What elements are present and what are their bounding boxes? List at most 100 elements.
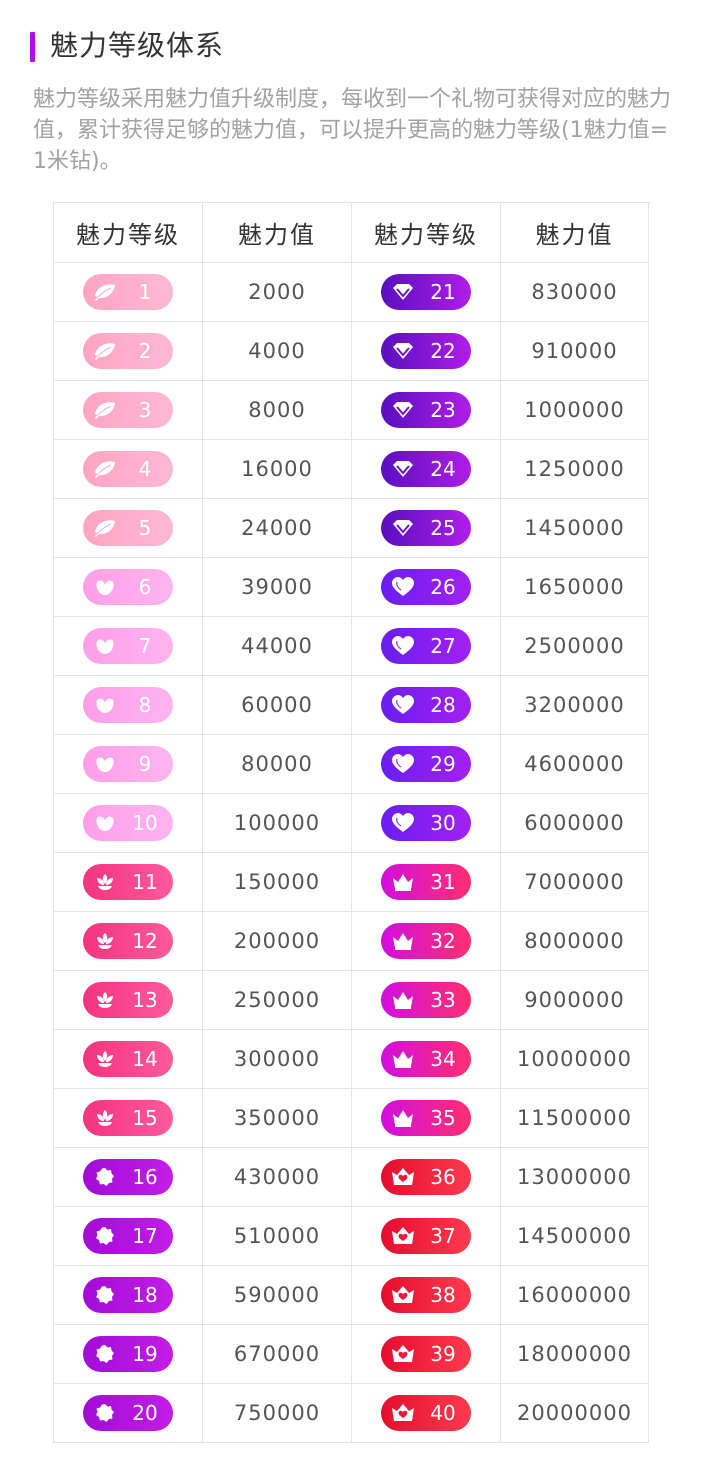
level-cell: 2 bbox=[54, 322, 203, 381]
level-number: 34 bbox=[430, 1047, 456, 1071]
lotus-icon bbox=[92, 1106, 118, 1130]
level-badge: 5 bbox=[83, 510, 173, 546]
level-cell: 15 bbox=[54, 1089, 203, 1148]
heart-icon bbox=[390, 752, 416, 776]
level-badge: 32 bbox=[381, 923, 471, 959]
level-badge: 10 bbox=[83, 805, 173, 841]
charm-value: 3200000 bbox=[501, 676, 649, 735]
charm-value: 8000 bbox=[203, 381, 352, 440]
level-badge: 28 bbox=[381, 687, 471, 723]
level-badge: 31 bbox=[381, 864, 471, 900]
lotus-icon bbox=[92, 988, 118, 1012]
charm-value: 150000 bbox=[203, 853, 352, 912]
level-cell: 34 bbox=[352, 1030, 501, 1089]
crown-icon bbox=[390, 870, 416, 894]
level-cell: 6 bbox=[54, 558, 203, 617]
table-row: 5 24000 25 1450000 bbox=[54, 499, 650, 558]
level-number: 30 bbox=[430, 811, 456, 835]
level-cell: 8 bbox=[54, 676, 203, 735]
header-value: 魅力值 bbox=[203, 203, 352, 263]
level-number: 2 bbox=[138, 339, 152, 363]
charm-value: 350000 bbox=[203, 1089, 352, 1148]
flower-icon bbox=[92, 1342, 118, 1366]
table-row: 17 510000 37 14500000 bbox=[54, 1207, 650, 1266]
charm-value: 2000 bbox=[203, 263, 352, 322]
level-badge: 15 bbox=[83, 1100, 173, 1136]
level-badge: 17 bbox=[83, 1218, 173, 1254]
level-badge: 34 bbox=[381, 1041, 471, 1077]
level-number: 19 bbox=[132, 1342, 158, 1366]
heart-icon bbox=[390, 575, 416, 599]
table-row: 2 4000 22 910000 bbox=[54, 322, 650, 381]
crown-icon bbox=[390, 929, 416, 953]
charm-value: 39000 bbox=[203, 558, 352, 617]
bud-icon bbox=[92, 693, 118, 717]
level-badge: 18 bbox=[83, 1277, 173, 1313]
charm-value: 7000000 bbox=[501, 853, 649, 912]
table-header-row: 魅力等级 魅力值 魅力等级 魅力值 bbox=[54, 203, 650, 263]
level-number: 5 bbox=[138, 516, 152, 540]
diamond-icon bbox=[390, 516, 416, 540]
level-cell: 17 bbox=[54, 1207, 203, 1266]
charm-value: 300000 bbox=[203, 1030, 352, 1089]
level-cell: 38 bbox=[352, 1266, 501, 1325]
heart-icon bbox=[390, 634, 416, 658]
level-number: 33 bbox=[430, 988, 456, 1012]
charm-value: 1250000 bbox=[501, 440, 649, 499]
level-badge: 33 bbox=[381, 982, 471, 1018]
lotus-icon bbox=[92, 929, 118, 953]
level-number: 6 bbox=[138, 575, 152, 599]
charm-value: 4600000 bbox=[501, 735, 649, 794]
level-badge: 25 bbox=[381, 510, 471, 546]
level-badge: 23 bbox=[381, 392, 471, 428]
charm-value: 8000000 bbox=[501, 912, 649, 971]
charm-value: 1650000 bbox=[501, 558, 649, 617]
charm-value: 1450000 bbox=[501, 499, 649, 558]
level-badge: 21 bbox=[381, 274, 471, 310]
level-number: 40 bbox=[430, 1401, 456, 1425]
level-badge: 4 bbox=[83, 451, 173, 487]
level-badge: 2 bbox=[83, 333, 173, 369]
level-cell: 33 bbox=[352, 971, 501, 1030]
level-cell: 12 bbox=[54, 912, 203, 971]
charm-value: 910000 bbox=[501, 322, 649, 381]
level-number: 9 bbox=[138, 752, 152, 776]
bud-icon bbox=[92, 634, 118, 658]
level-badge: 22 bbox=[381, 333, 471, 369]
level-cell: 3 bbox=[54, 381, 203, 440]
level-cell: 26 bbox=[352, 558, 501, 617]
level-cell: 40 bbox=[352, 1384, 501, 1443]
level-number: 16 bbox=[132, 1165, 158, 1189]
level-cell: 4 bbox=[54, 440, 203, 499]
level-cell: 28 bbox=[352, 676, 501, 735]
diamond-icon bbox=[390, 398, 416, 422]
leaf-icon bbox=[92, 516, 118, 540]
level-cell: 37 bbox=[352, 1207, 501, 1266]
level-number: 37 bbox=[430, 1224, 456, 1248]
level-number: 10 bbox=[132, 811, 158, 835]
heart-crown-icon bbox=[390, 1283, 416, 1307]
level-cell: 35 bbox=[352, 1089, 501, 1148]
charm-value: 430000 bbox=[203, 1148, 352, 1207]
charm-value: 16000 bbox=[203, 440, 352, 499]
level-cell: 7 bbox=[54, 617, 203, 676]
level-cell: 39 bbox=[352, 1325, 501, 1384]
level-badge: 13 bbox=[83, 982, 173, 1018]
level-cell: 36 bbox=[352, 1148, 501, 1207]
level-badge: 6 bbox=[83, 569, 173, 605]
level-badge: 27 bbox=[381, 628, 471, 664]
level-number: 39 bbox=[430, 1342, 456, 1366]
charm-value: 60000 bbox=[203, 676, 352, 735]
charm-value: 9000000 bbox=[501, 971, 649, 1030]
level-number: 25 bbox=[430, 516, 456, 540]
flower-icon bbox=[92, 1401, 118, 1425]
level-cell: 10 bbox=[54, 794, 203, 853]
level-badge: 26 bbox=[381, 569, 471, 605]
level-badge: 14 bbox=[83, 1041, 173, 1077]
section-title: 魅力等级体系 bbox=[50, 29, 225, 62]
table-row: 20 750000 40 20000000 bbox=[54, 1384, 650, 1443]
flower-icon bbox=[92, 1224, 118, 1248]
table-row: 4 16000 24 1250000 bbox=[54, 440, 650, 499]
leaf-icon bbox=[92, 280, 118, 304]
level-number: 8 bbox=[138, 693, 152, 717]
